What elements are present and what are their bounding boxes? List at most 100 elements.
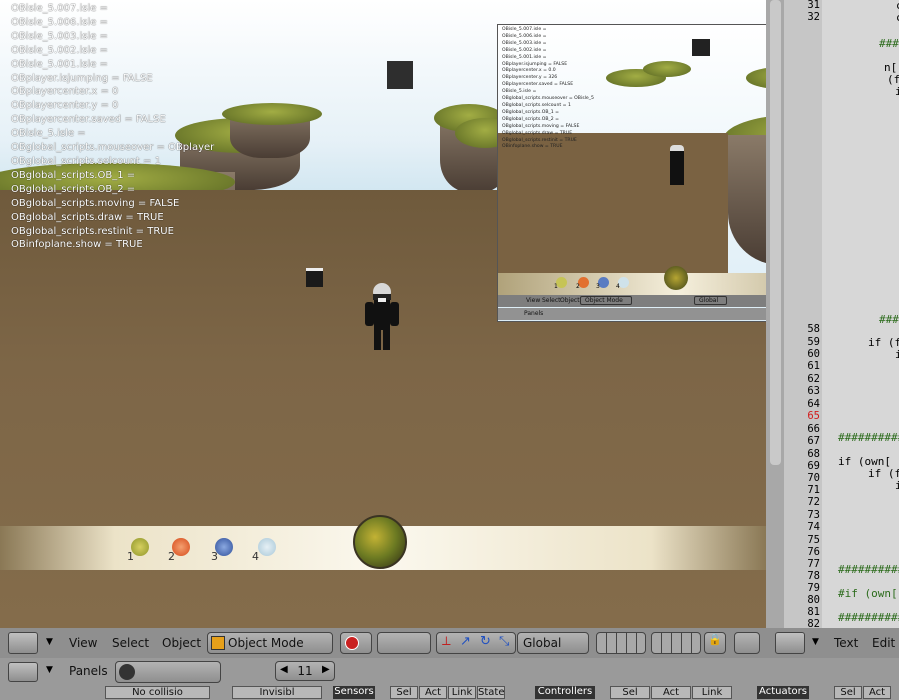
- menu-view[interactable]: View: [69, 636, 97, 650]
- inset-menu-object: Object: [560, 297, 580, 304]
- layer-buttons-1[interactable]: [596, 632, 646, 654]
- inset-debug-line: OBglobal_scripts.OB_2 =: [502, 116, 560, 122]
- debug-line: OBisle_5.007.isle =: [11, 3, 108, 14]
- debug-line: OBplayercenter.x = 0: [11, 86, 119, 98]
- frame-number: 11: [297, 664, 313, 678]
- no-collision-toggle[interactable]: No collisio: [105, 686, 210, 699]
- menu-select[interactable]: Select: [112, 636, 149, 650]
- sensors-act-toggle[interactable]: Act: [419, 686, 447, 699]
- buttons-editor-type-icon[interactable]: [8, 662, 38, 682]
- line-number: 72: [807, 496, 820, 508]
- draw-type-icon: [345, 636, 359, 650]
- inset-hud-number: 2: [576, 283, 580, 290]
- panels-menu[interactable]: Panels: [69, 664, 108, 678]
- line-number: 61: [807, 360, 820, 372]
- line-number: 77: [807, 558, 820, 570]
- text-editor-type-icon[interactable]: [775, 632, 805, 654]
- chevron-down-icon[interactable]: ▼: [812, 637, 819, 647]
- line-number: 73: [807, 509, 820, 521]
- line-number: 67: [807, 435, 820, 447]
- actuators-act-toggle[interactable]: Act: [863, 686, 891, 699]
- inset-hud-number: 1: [554, 283, 558, 290]
- pivot-button[interactable]: [377, 632, 431, 654]
- code-comment: ##########: [838, 563, 899, 576]
- arrow-icon[interactable]: ↗: [460, 634, 471, 649]
- line-number: 31: [807, 0, 820, 11]
- inset-orb: [664, 266, 688, 290]
- sensors-sel-toggle[interactable]: Sel: [390, 686, 418, 699]
- controllers-link-toggle[interactable]: Link: [692, 686, 732, 699]
- debug-line: OBglobal_scripts.OB_2 =: [11, 183, 136, 195]
- mode-select[interactable]: Object Mode: [207, 632, 333, 654]
- line-number: 58: [807, 323, 820, 335]
- menu-text[interactable]: Text: [834, 636, 858, 650]
- line-number: 32: [807, 11, 820, 23]
- logic-context-icon[interactable]: [119, 664, 135, 680]
- selected-island-orb[interactable]: [353, 515, 407, 569]
- code-text: i: [895, 85, 899, 98]
- menu-edit[interactable]: Edit: [872, 636, 895, 650]
- line-number: 59: [807, 336, 820, 348]
- editor-type-icon[interactable]: [8, 632, 38, 654]
- code-comment: ####: [879, 37, 899, 50]
- chevron-down-icon[interactable]: ▼: [46, 665, 53, 675]
- debug-properties-overlay: OBisle_5.007.isle = OBisle_5.006.isle = OB…: [11, 2, 214, 252]
- object-mode-icon: [211, 636, 225, 650]
- line-number: 68: [807, 448, 820, 460]
- sensors-link-toggle[interactable]: Link: [448, 686, 476, 699]
- render-icon[interactable]: [734, 632, 760, 654]
- chevron-down-icon[interactable]: ▼: [46, 637, 53, 647]
- debug-line: OBisle_5.003.isle =: [11, 30, 108, 42]
- rotate-icon[interactable]: ↻: [480, 634, 491, 649]
- line-number: 75: [807, 534, 820, 546]
- floating-island: [222, 103, 322, 125]
- inset-mode-select: Object Mode: [580, 296, 632, 305]
- orientation-select[interactable]: Global: [517, 632, 589, 654]
- menu-object[interactable]: Object: [162, 636, 201, 650]
- line-number: 60: [807, 348, 820, 360]
- actuators-label: Actuators: [757, 686, 809, 699]
- arrow-left-icon[interactable]: ◀: [280, 664, 288, 675]
- controllers-sel-toggle[interactable]: Sel: [610, 686, 650, 699]
- debug-line: OBglobal_scripts.draw = TRUE: [11, 211, 164, 223]
- debug-line: OBisle_5.isle =: [11, 128, 86, 140]
- line-number: 74: [807, 521, 820, 533]
- controllers-act-toggle[interactable]: Act: [651, 686, 691, 699]
- inset-hud-number: 3: [596, 283, 600, 290]
- inset-orientation-select: Global: [694, 296, 728, 305]
- scale-icon[interactable]: ⤡: [499, 634, 509, 649]
- actuators-sel-toggle[interactable]: Sel: [834, 686, 862, 699]
- editor-scroll-thumb[interactable]: [770, 0, 781, 465]
- invisible-toggle[interactable]: Invisibl: [232, 686, 322, 699]
- code-text: i: [895, 479, 899, 492]
- hud-slot-number: 3: [211, 550, 218, 563]
- inset-panels-menu: Panels: [524, 310, 544, 317]
- inset-debug-line: OBglobal_scripts.mouseover = OBisle_5: [502, 96, 594, 102]
- layer-buttons-2[interactable]: [651, 632, 701, 654]
- controllers-label: Controllers: [535, 686, 595, 699]
- inset-debug-line: OBglobal_scripts.selcount = 1: [502, 102, 571, 108]
- debug-line: OBglobal_scripts.moving = FALSE: [11, 197, 180, 209]
- line-number: 70: [807, 472, 820, 484]
- hud-slot-number: 4: [252, 550, 259, 563]
- inset-debug-line: OBisle_5.007.isle =: [502, 27, 547, 32]
- code-comment: ##########: [838, 431, 899, 444]
- line-number: 62: [807, 373, 820, 385]
- translate-icon[interactable]: ⟂: [442, 634, 451, 649]
- line-number: 76: [807, 546, 820, 558]
- inset-debug-line: OBisle_5.003.isle =: [502, 40, 547, 46]
- hud-slot-icon[interactable]: [258, 538, 276, 556]
- debug-line: OBglobal_scripts.selcount = 1: [11, 155, 161, 167]
- inset-cube: [692, 39, 710, 56]
- line-number: 79: [807, 582, 820, 594]
- arrow-right-icon[interactable]: ▶: [322, 664, 330, 675]
- line-number: 66: [807, 423, 820, 435]
- lock-icon[interactable]: 🔒: [704, 632, 726, 654]
- code-comment: #if (own[: [838, 587, 898, 600]
- debug-line: OBisle_5.006.isle =: [11, 16, 108, 28]
- debug-line: OBinfoplane.show = TRUE: [11, 239, 143, 251]
- sensors-state-toggle[interactable]: State: [477, 686, 505, 699]
- line-number: 65: [807, 410, 820, 422]
- line-number: 78: [807, 570, 820, 582]
- code-comment: ####: [879, 313, 899, 326]
